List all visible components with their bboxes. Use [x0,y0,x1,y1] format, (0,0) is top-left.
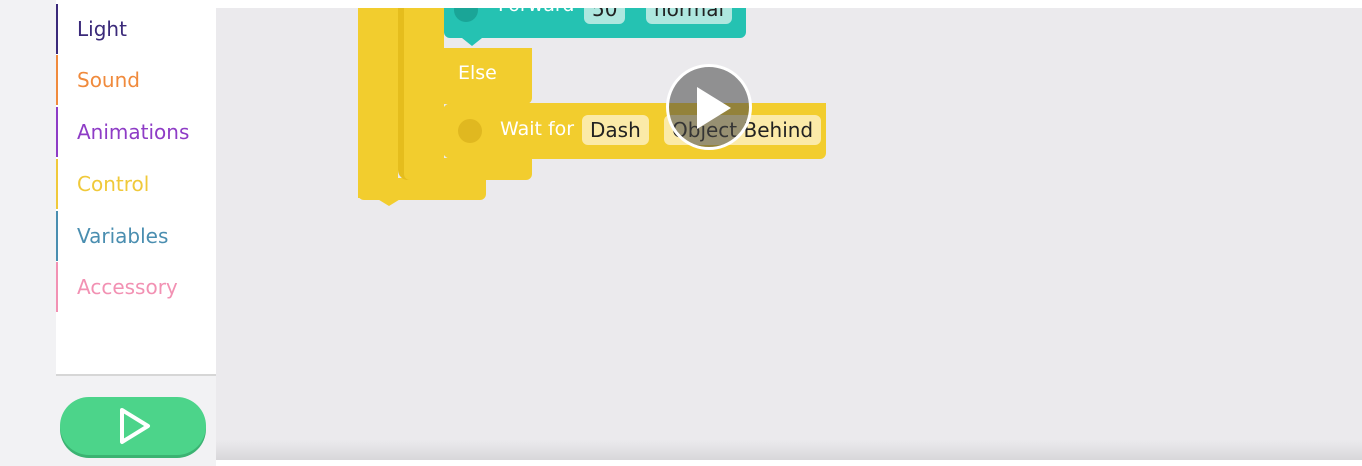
left-margin [0,0,56,466]
category-color-bar [56,211,58,261]
category-color-bar [56,4,58,54]
sidebar-item-light[interactable]: Light [56,4,216,54]
wait-for-block[interactable]: Wait for Dash Object Behind [442,103,826,159]
bottom-bar [216,460,1362,466]
block-status-dot [454,8,478,22]
play-icon [120,408,150,444]
sidebar-item-label: Animations [77,120,190,144]
video-play-button[interactable] [666,64,752,150]
category-color-bar [56,107,58,157]
sidebar-item-accessory[interactable]: Accessory [56,262,216,312]
block-connector-notch [376,198,402,206]
speed-select[interactable]: normal [646,8,733,24]
forward-label: Forward [498,8,574,16]
distance-input[interactable]: 50 [584,8,626,24]
control-block-inner-foot[interactable] [404,158,532,180]
sidebar-item-label: Control [77,172,150,196]
sidebar-item-sound[interactable]: Sound [56,55,216,105]
sidebar-item-variables[interactable]: Variables [56,211,216,261]
wait-for-label: Wait for [500,118,575,140]
sidebar-item-control[interactable]: Control [56,159,216,209]
sidebar-item-label: Accessory [77,275,178,299]
sidebar-item-label: Light [77,17,127,41]
category-color-bar [56,159,58,209]
category-color-bar [56,55,58,105]
category-color-bar [56,262,58,312]
sidebar-item-animations[interactable]: Animations [56,107,216,157]
forward-block[interactable]: Forward 50 normal [444,8,746,38]
app-window: Light Sound Animations Control Variables… [0,0,1362,466]
control-block-outer-foot[interactable] [358,178,486,200]
block-status-dot [458,119,482,143]
play-icon [697,87,731,129]
canvas-bottom-edge [216,440,1362,460]
else-label: Else [458,62,497,84]
control-block-outer-arm[interactable] [358,8,398,198]
code-canvas[interactable]: Else Forward 50 normal Wait for Dash Obj… [216,8,1362,460]
run-program-button[interactable] [60,397,206,455]
block-connector-notch [462,38,482,46]
sidebar-item-label: Variables [77,224,169,248]
sidebar-item-label: Sound [77,68,140,92]
target-robot-select[interactable]: Dash [582,115,649,145]
